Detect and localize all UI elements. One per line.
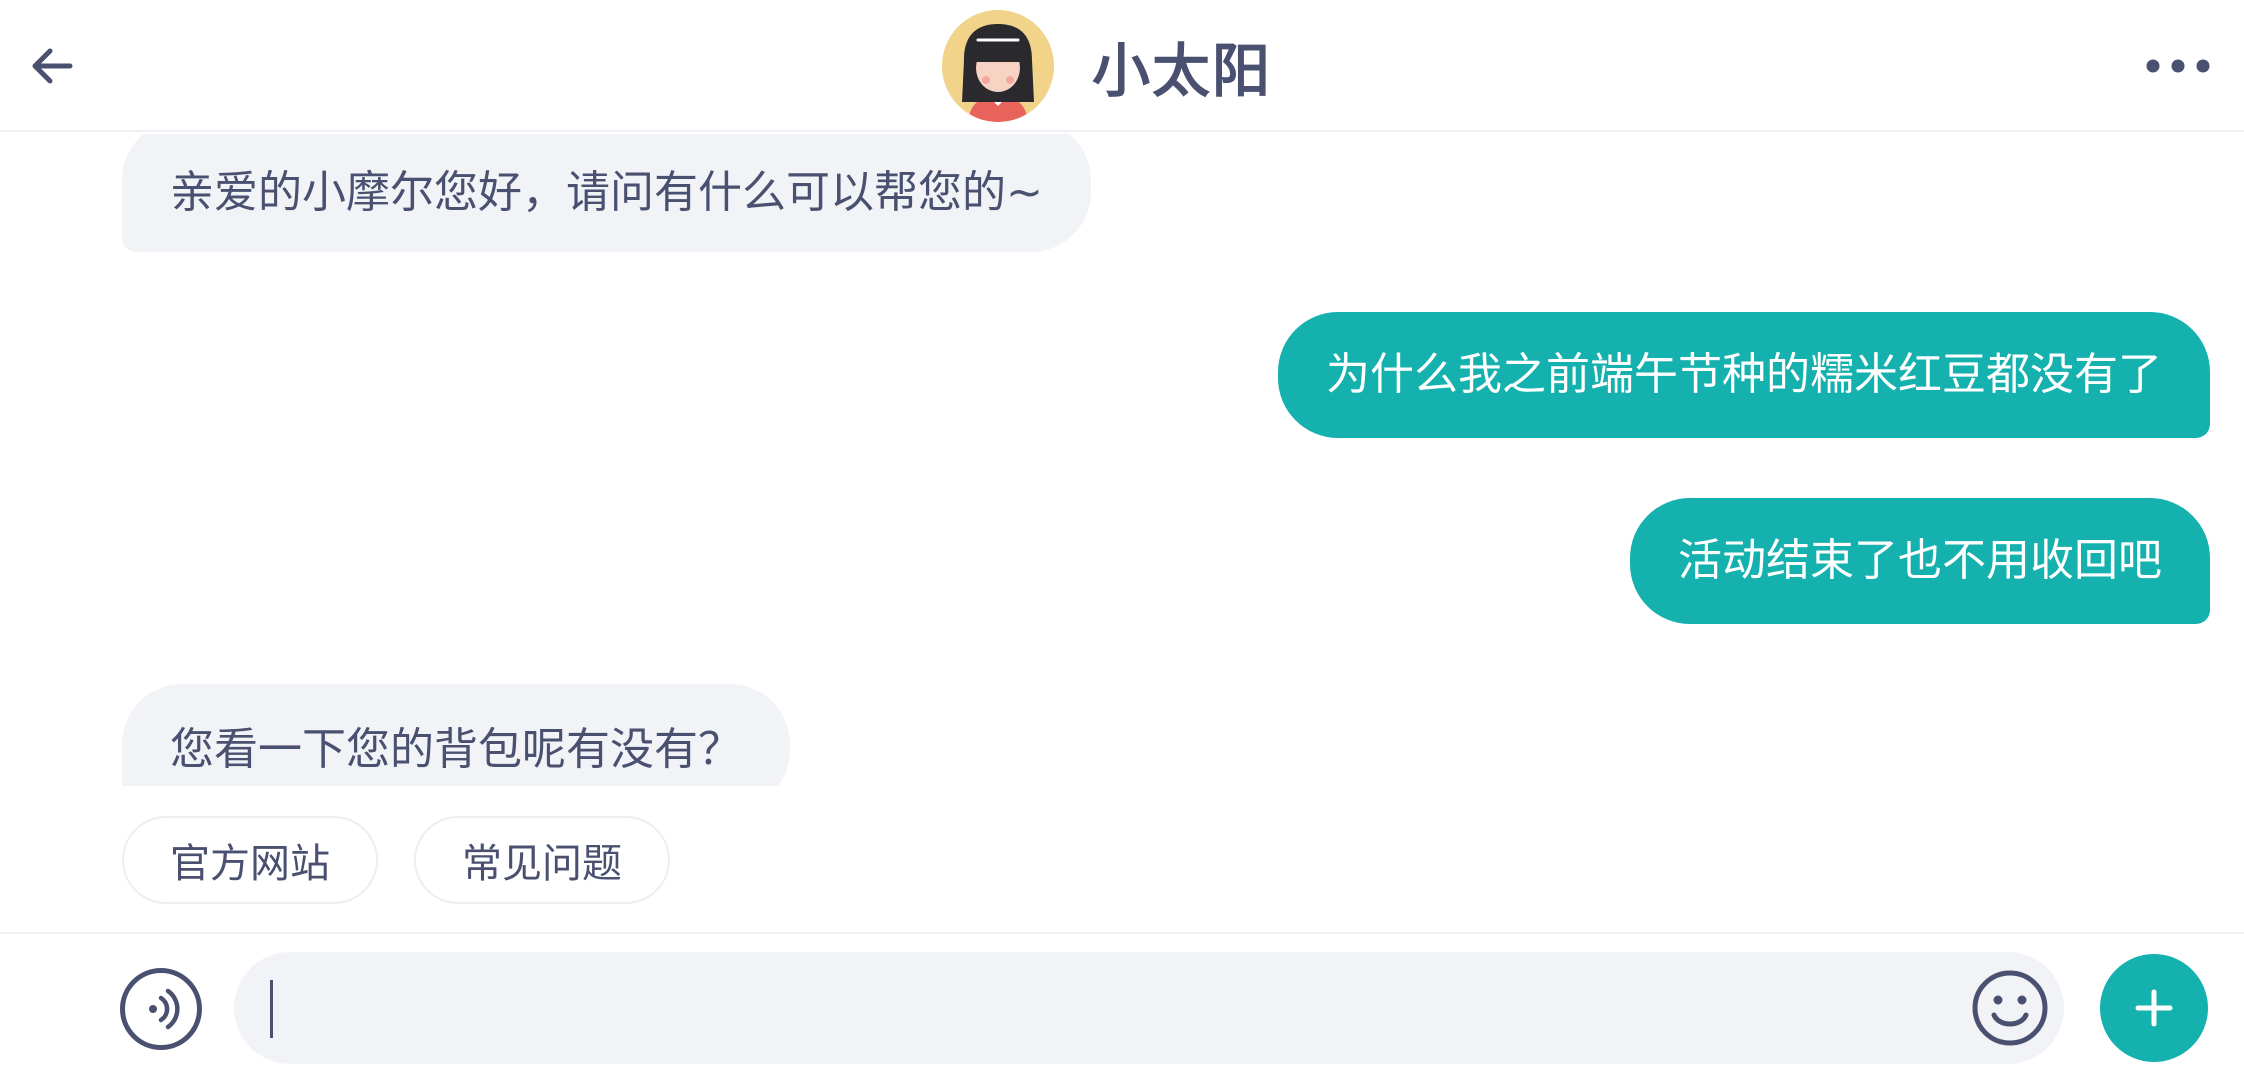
- chat-screen: 小太阳 亲爱的小摩尔您好，请问有什么可以帮您的~ 为什么我之前端午节种的糯米红豆…: [0, 0, 2244, 1080]
- arrow-left-icon: [32, 48, 73, 84]
- avatar[interactable]: [942, 10, 1054, 122]
- message-list[interactable]: 亲爱的小摩尔您好，请问有什么可以帮您的~ 为什么我之前端午节种的糯米红豆都没有了…: [0, 134, 2244, 786]
- quick-reply-bar: 官方网站 常见问题: [122, 816, 670, 904]
- message-bubble-outgoing: 为什么我之前端午节种的糯米红豆都没有了: [1278, 312, 2210, 438]
- girl-avatar-icon: [942, 10, 1054, 122]
- message-input-bar: [0, 932, 2244, 1080]
- text-cursor: [270, 980, 273, 1038]
- more-button[interactable]: [2138, 44, 2218, 88]
- chat-title-group: 小太阳: [942, 10, 1272, 122]
- more-horizontal-icon: [2146, 59, 2210, 73]
- plus-icon: [2135, 989, 2173, 1027]
- message-input[interactable]: [234, 952, 2064, 1064]
- message-bubble-incoming: 亲爱的小摩尔您好，请问有什么可以帮您的~: [122, 134, 1091, 252]
- quick-reply-official-site[interactable]: 官方网站: [122, 816, 378, 904]
- page-title: 小太阳: [1092, 37, 1273, 105]
- emoji-smile-icon: [1972, 970, 2048, 1046]
- chat-header: 小太阳: [0, 0, 2244, 132]
- message-bubble-incoming: 您看一下您的背包呢有没有？: [122, 684, 790, 786]
- quick-reply-faq[interactable]: 常见问题: [414, 816, 670, 904]
- voice-button[interactable]: [120, 968, 202, 1050]
- back-button[interactable]: [22, 36, 82, 96]
- voice-icon: [149, 988, 180, 1030]
- add-attachment-button[interactable]: [2100, 954, 2208, 1062]
- message-bubble-outgoing: 活动结束了也不用收回吧: [1630, 498, 2210, 624]
- emoji-button[interactable]: [1970, 968, 2050, 1048]
